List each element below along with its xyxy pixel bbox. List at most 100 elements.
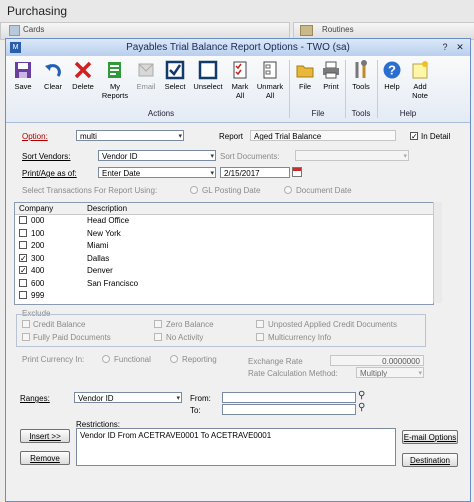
save-icon	[13, 60, 33, 80]
unposted-applied-checkbox[interactable]	[256, 320, 264, 328]
save-label: Save	[14, 82, 32, 91]
company-row-checkbox[interactable]	[19, 278, 27, 287]
help-menu-button[interactable]: ? Help	[379, 60, 405, 91]
my-reports-button[interactable]: My Reports	[99, 60, 131, 100]
file-menu-button[interactable]: File	[293, 60, 317, 91]
company-code: 000	[31, 216, 45, 225]
company-row-checkbox[interactable]: ✓	[19, 253, 27, 262]
document-date-radio[interactable]	[284, 186, 292, 194]
unselect-checkbox-icon	[198, 60, 218, 80]
credit-balance-checkbox[interactable]	[22, 320, 30, 328]
tab-cards-label: Cards	[23, 25, 45, 34]
rate-calc-dropdown[interactable]: Multiply ▾	[356, 367, 424, 378]
group-tools-label: Tools	[351, 109, 371, 118]
app-title: Purchasing	[7, 4, 68, 18]
ribbon-separator	[377, 60, 378, 118]
restrictions-list[interactable]: Vendor ID From ACETRAVE0001 To ACETRAVE0…	[76, 428, 396, 466]
age-date-input[interactable]: 2/15/2017	[220, 167, 290, 178]
in-detail-checkbox[interactable]: ✓	[410, 132, 418, 141]
company-row[interactable]: 000 Head Office	[15, 215, 433, 226]
gl-posting-date-radio[interactable]	[190, 186, 198, 194]
company-row[interactable]: ✓ 400 Denver	[15, 265, 433, 276]
company-row-checkbox[interactable]: ✓	[19, 266, 27, 275]
destination-button[interactable]: Destination	[402, 453, 458, 467]
company-code: 100	[31, 228, 45, 238]
in-detail-label: In Detail	[421, 132, 451, 141]
ranges-dropdown[interactable]: Vendor ID ▾	[74, 392, 182, 403]
company-description: Miami	[87, 241, 109, 250]
print-age-dropdown[interactable]: Enter Date ▾	[98, 167, 216, 178]
tab-routines-label: Routines	[322, 25, 354, 34]
report-field: Aged Trial Balance	[250, 130, 396, 141]
chevron-down-icon: ▾	[403, 153, 407, 160]
mark-all-button[interactable]: Mark All	[227, 60, 253, 100]
reporting-radio[interactable]	[170, 355, 178, 363]
app-header: Purchasing Cards Routines	[0, 0, 474, 40]
my-reports-icon	[105, 60, 125, 80]
calendar-icon[interactable]	[292, 167, 302, 177]
unmark-all-icon	[260, 60, 280, 80]
company-row[interactable]: 100 New York	[15, 228, 433, 239]
company-row[interactable]: 999	[15, 290, 433, 301]
chevron-down-icon: ▾	[418, 370, 422, 377]
company-row[interactable]: 200 Miami	[15, 240, 433, 251]
group-file-label: File	[311, 109, 325, 118]
company-code: 999	[31, 291, 45, 300]
save-button[interactable]: Save	[9, 60, 37, 91]
clear-button[interactable]: Clear	[39, 60, 67, 91]
company-row-checkbox[interactable]	[19, 291, 27, 299]
range-from-input[interactable]	[222, 392, 356, 403]
window-help-button[interactable]: ?	[438, 41, 452, 53]
window-titlebar: M Payables Trial Balance Report Options …	[6, 39, 470, 56]
insert-button[interactable]: Insert >>	[20, 429, 70, 443]
chevron-down-icon: ▾	[210, 170, 214, 177]
clear-icon	[43, 60, 63, 80]
sort-documents-dropdown[interactable]: ▾	[295, 150, 409, 161]
add-note-button[interactable]: Add Note	[407, 60, 433, 100]
range-to-input[interactable]	[222, 404, 356, 415]
select-button[interactable]: Select	[161, 60, 189, 91]
rate-calc-value: Multiply	[360, 369, 388, 378]
exchange-rate-value: 0.0000000	[382, 357, 420, 366]
remove-button[interactable]: Remove	[20, 451, 70, 465]
option-dropdown[interactable]: multi ▾	[76, 130, 184, 141]
unmark-all-button[interactable]: Unmark All	[254, 60, 286, 100]
tools-menu-button[interactable]: Tools	[347, 60, 375, 91]
gl-posting-date-label: GL Posting Date	[202, 186, 261, 195]
company-row-checkbox[interactable]	[19, 216, 27, 224]
company-row[interactable]: ✓ 300 Dallas	[15, 253, 433, 264]
tools-menu-label: Tools	[352, 82, 370, 91]
fully-paid-checkbox[interactable]	[22, 333, 30, 341]
folder-icon	[295, 60, 315, 80]
company-row-checkbox[interactable]	[19, 228, 27, 237]
functional-radio[interactable]	[102, 355, 110, 363]
search-icon[interactable]: ⚲	[358, 402, 365, 413]
restriction-item[interactable]: Vendor ID From ACETRAVE0001 To ACETRAVE0…	[80, 431, 271, 440]
company-row-checkbox[interactable]	[19, 241, 27, 249]
delete-button[interactable]: Delete	[68, 60, 98, 91]
chevron-down-icon: ▾	[178, 133, 182, 140]
company-code: 600	[31, 278, 45, 288]
email-button[interactable]: Email	[133, 60, 159, 91]
company-row[interactable]: 600 San Francisco	[15, 278, 433, 289]
delete-icon	[73, 60, 93, 80]
print-button[interactable]: Print	[319, 60, 343, 91]
window-close-button[interactable]: ✕	[453, 41, 467, 53]
multicurrency-checkbox[interactable]	[256, 333, 264, 341]
no-activity-checkbox[interactable]	[154, 333, 162, 341]
print-label: Print	[323, 82, 339, 91]
search-icon[interactable]: ⚲	[358, 390, 365, 401]
ranges-label: Ranges:	[20, 394, 50, 403]
company-list-scrollbar[interactable]	[433, 202, 442, 303]
exclude-frame	[16, 314, 426, 347]
unselect-button[interactable]: Unselect	[191, 60, 225, 91]
ribbon-toolbar: Save Clear Delete My Reports Email Selec…	[6, 56, 470, 123]
zero-balance-checkbox[interactable]	[154, 320, 162, 328]
age-date-value: 2/15/2017	[224, 169, 260, 178]
email-options-button[interactable]: E-mail Options	[402, 430, 458, 444]
ribbon-separator	[289, 60, 290, 118]
report-value: Aged Trial Balance	[254, 132, 322, 141]
unselect-label: Unselect	[193, 82, 223, 91]
sort-vendors-dropdown[interactable]: Vendor ID ▾	[98, 150, 216, 161]
ribbon-separator	[345, 60, 346, 118]
